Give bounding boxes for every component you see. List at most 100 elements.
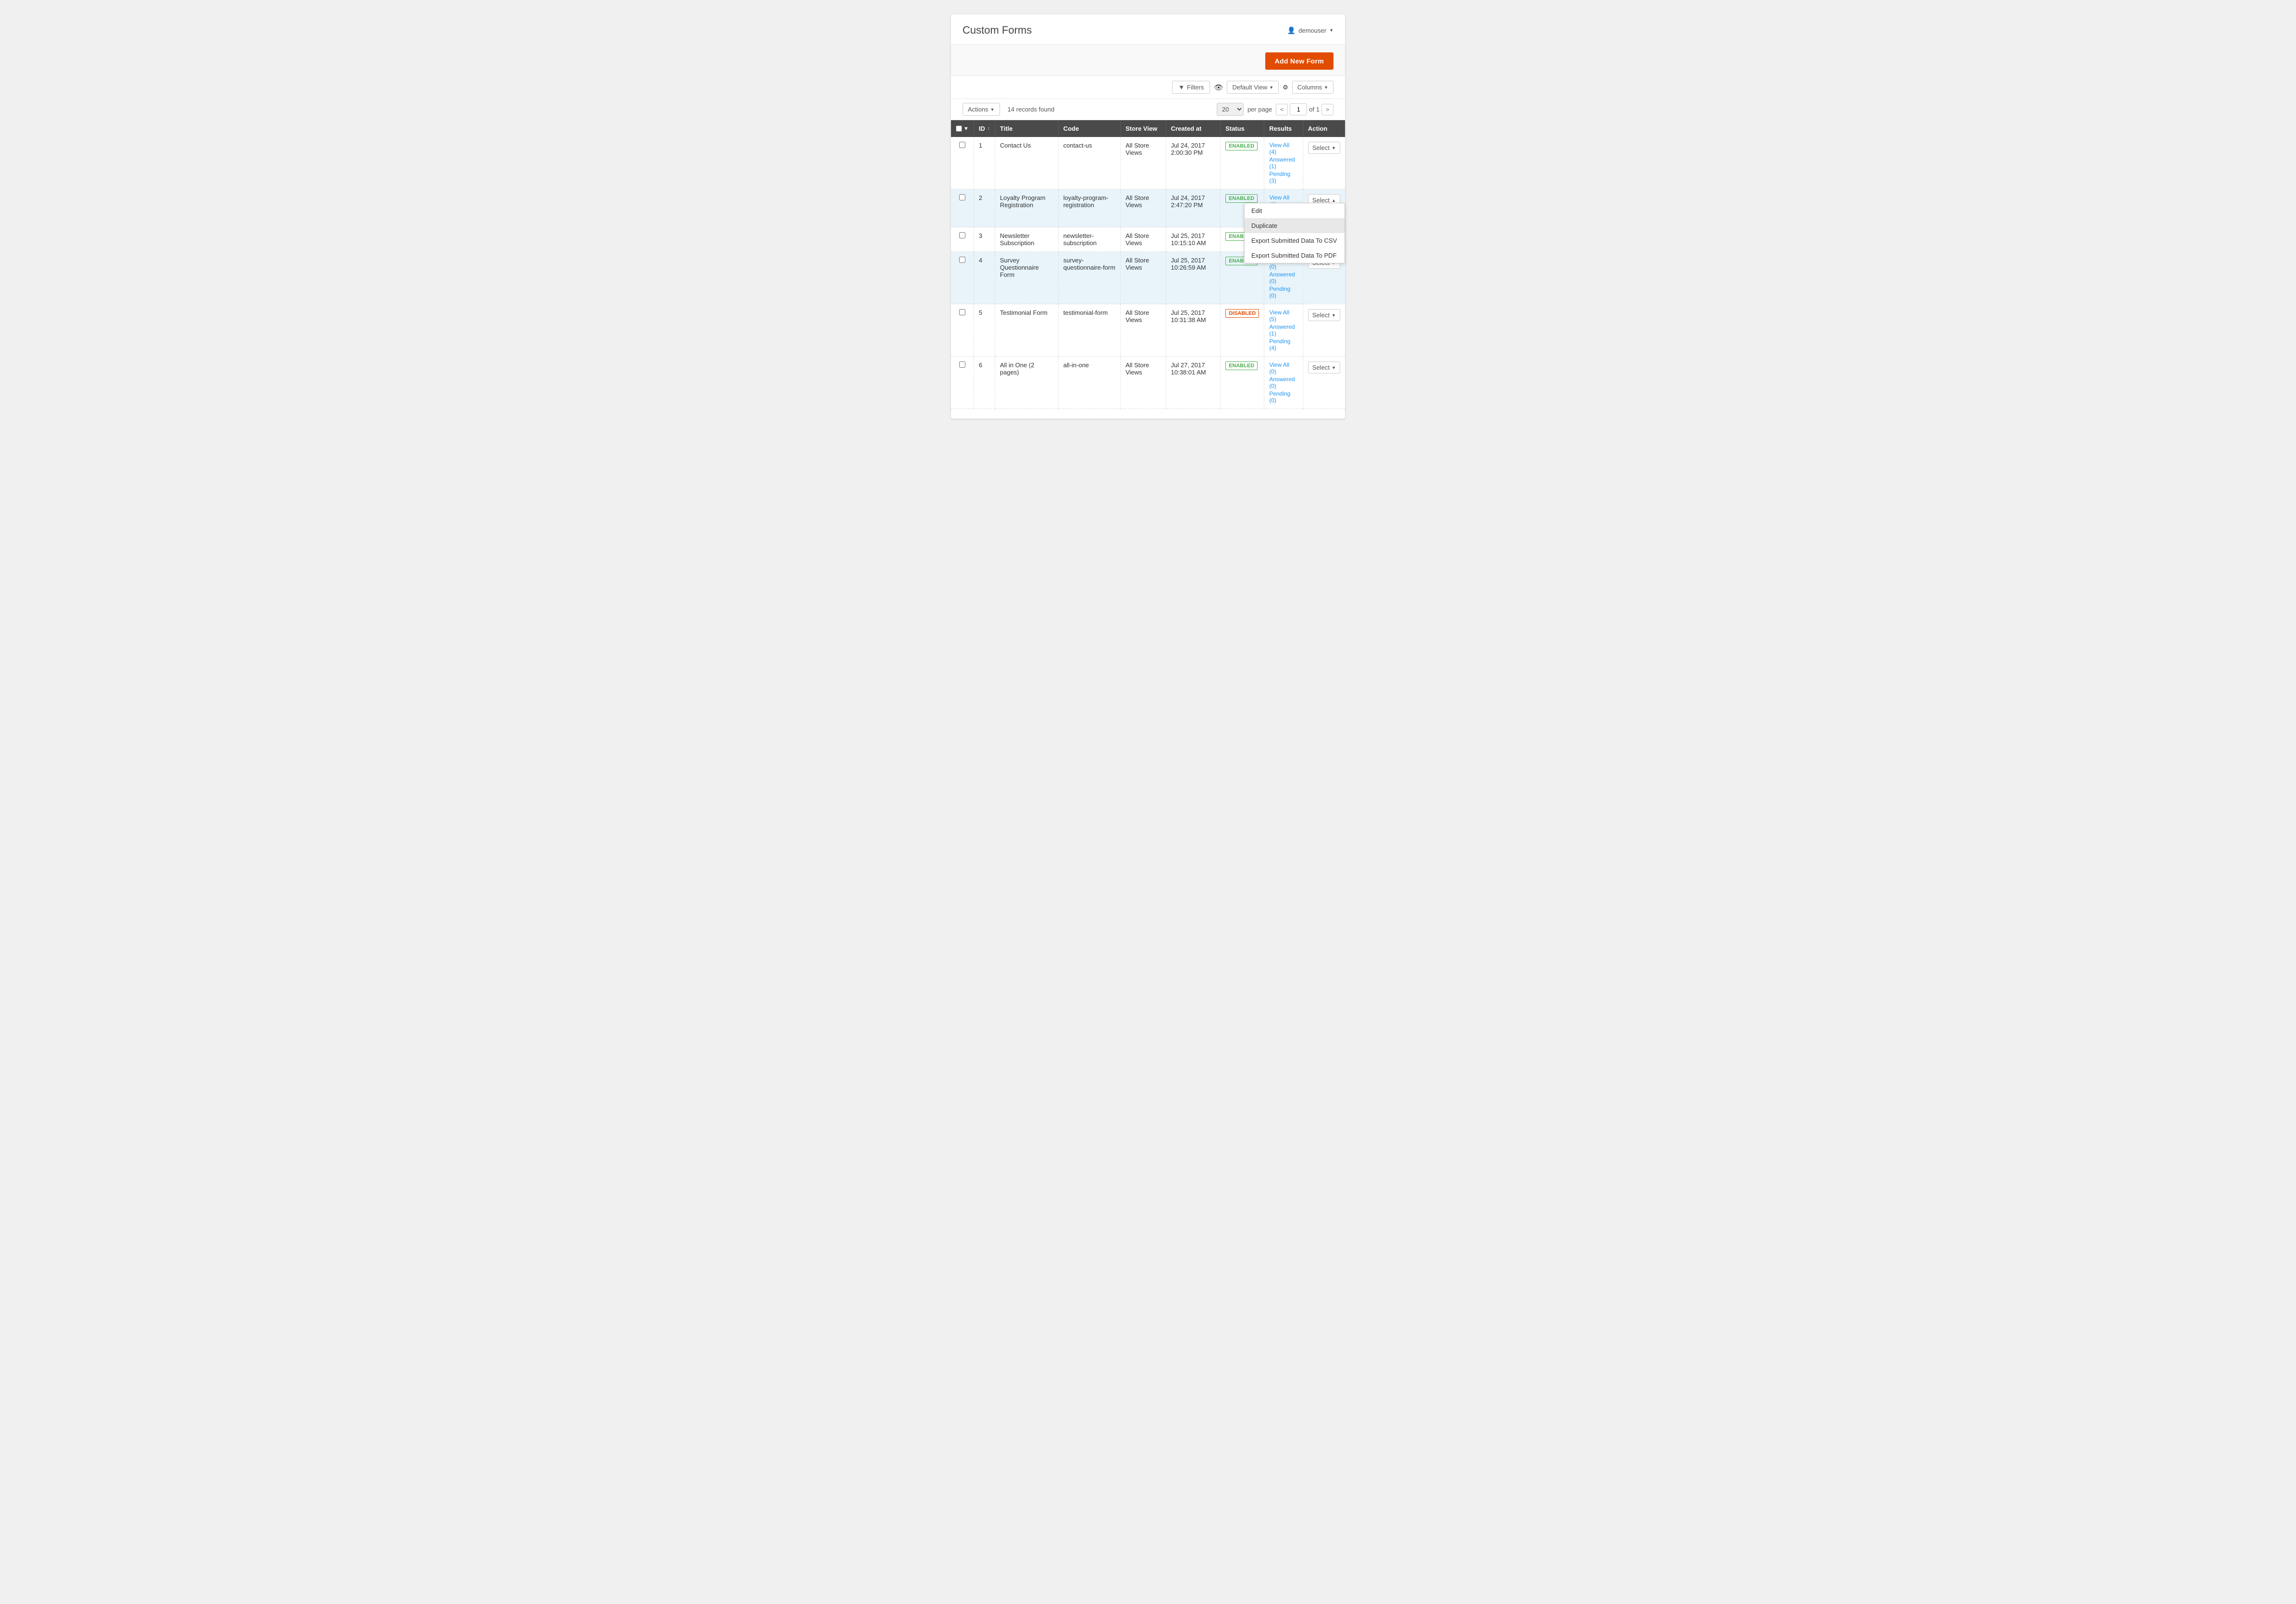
row-status-cell: ENABLED (1221, 137, 1264, 189)
row-checkbox[interactable] (959, 142, 965, 148)
result-link[interactable]: View All (4) (1269, 142, 1298, 155)
row-title: All in One (2 pages) (995, 357, 1058, 409)
action-dropdown-menu: EditDuplicateExport Submitted Data To CS… (1244, 203, 1345, 263)
result-link[interactable]: Pending (0) (1269, 390, 1298, 404)
select-chevron-icon: ▼ (1332, 365, 1336, 370)
actions-chevron-icon: ▼ (990, 107, 995, 112)
prev-page-button[interactable]: < (1276, 104, 1288, 115)
row-id: 2 (974, 189, 995, 227)
row-code: all-in-one (1058, 357, 1121, 409)
columns-label: Columns (1297, 84, 1322, 91)
table-row: 2Loyalty Program Registrationloyalty-pro… (951, 189, 1345, 227)
row-action-cell: Select▼ (1303, 137, 1345, 189)
result-link[interactable]: View All (0) (1269, 361, 1298, 375)
table-header-row: ▼ ID ↕ Title Code Store View (951, 120, 1345, 137)
row-title: Loyalty Program Registration (995, 189, 1058, 227)
result-link[interactable]: Answered (0) (1269, 271, 1298, 285)
columns-button[interactable]: Columns ▼ (1292, 81, 1333, 94)
actions-label: Actions (968, 106, 988, 113)
row-code: newsletter-subscription (1058, 227, 1121, 252)
row-id: 5 (974, 304, 995, 357)
result-link[interactable]: Answered (1) (1269, 156, 1298, 170)
actions-button[interactable]: Actions ▼ (963, 103, 1000, 116)
row-store-view: All Store Views (1121, 252, 1166, 304)
row-created-at: Jul 25, 2017 10:31:38 AM (1166, 304, 1220, 357)
user-icon: 👤 (1287, 26, 1296, 35)
status-badge: ENABLED (1225, 142, 1258, 150)
dropdown-menu-item[interactable]: Export Submitted Data To CSV (1245, 233, 1345, 248)
row-title: Newsletter Subscription (995, 227, 1058, 252)
row-code: contact-us (1058, 137, 1121, 189)
default-view-button[interactable]: Default View ▼ (1227, 81, 1279, 94)
row-checkbox[interactable] (959, 309, 965, 315)
row-action-cell: Select▼ (1303, 304, 1345, 357)
result-link[interactable]: View All (5) (1269, 309, 1298, 323)
row-checkbox[interactable] (959, 194, 965, 200)
status-badge: ENABLED (1225, 194, 1258, 203)
row-created-at: Jul 24, 2017 2:00:30 PM (1166, 137, 1220, 189)
th-checkbox: ▼ (951, 120, 974, 137)
page-container: Custom Forms 👤 demouser ▼ Add New Form ▼… (951, 14, 1345, 419)
select-all-checkbox[interactable] (956, 125, 962, 132)
result-link[interactable]: Pending (4) (1269, 338, 1298, 351)
user-name: demouser (1298, 27, 1326, 34)
user-menu[interactable]: 👤 demouser ▼ (1287, 26, 1333, 35)
result-link[interactable]: Answered (0) (1269, 376, 1298, 389)
result-link[interactable]: Pending (3) (1269, 171, 1298, 184)
row-checkbox-cell (951, 304, 974, 357)
row-store-view: All Store Views (1121, 227, 1166, 252)
pagination-section: 20 50 100 per page < of 1 > (1217, 103, 1333, 116)
th-title-label: Title (1000, 125, 1013, 132)
row-results: View All (4)Answered (1)Pending (3) (1264, 137, 1303, 189)
th-results-label: Results (1269, 125, 1292, 132)
per-page-label: per page (1247, 106, 1272, 113)
row-title: Testimonial Form (995, 304, 1058, 357)
row-code: loyalty-program-registration (1058, 189, 1121, 227)
row-checkbox-cell (951, 227, 974, 252)
dropdown-menu-item[interactable]: Duplicate (1245, 218, 1345, 233)
th-created-at-label: Created at (1171, 125, 1202, 132)
page-input[interactable] (1290, 103, 1307, 115)
row-created-at: Jul 27, 2017 10:38:01 AM (1166, 357, 1220, 409)
gear-icon: ⚙ (1283, 84, 1288, 91)
dropdown-menu-item[interactable]: Edit (1245, 203, 1345, 218)
row-store-view: All Store Views (1121, 137, 1166, 189)
row-checkbox[interactable] (959, 257, 965, 263)
dropdown-menu-item[interactable]: Export Submitted Data To PDF (1245, 248, 1345, 263)
row-id: 1 (974, 137, 995, 189)
select-button[interactable]: Select▼ (1308, 361, 1340, 373)
row-results: View All (0)Answered (0)Pending (0) (1264, 357, 1303, 409)
row-code: survey-questionnaire-form (1058, 252, 1121, 304)
result-link[interactable]: Answered (1) (1269, 323, 1298, 337)
row-store-view: All Store Views (1121, 357, 1166, 409)
select-button[interactable]: Select▼ (1308, 142, 1340, 154)
th-status: Status (1221, 120, 1264, 137)
select-chevron-icon: ▼ (1332, 146, 1336, 150)
filter-row: ▼ Filters 👁 Default View ▼ ⚙ Columns ▼ (951, 76, 1345, 99)
row-id: 4 (974, 252, 995, 304)
row-code: testimonial-form (1058, 304, 1121, 357)
select-button[interactable]: Select▼ (1308, 309, 1340, 321)
add-new-form-button[interactable]: Add New Form (1265, 52, 1333, 70)
row-id: 3 (974, 227, 995, 252)
result-link[interactable]: Pending (0) (1269, 286, 1298, 299)
eye-icon: 👁 (1214, 83, 1223, 92)
th-store-view: Store View (1121, 120, 1166, 137)
select-button-label: Select (1312, 311, 1330, 319)
th-store-view-label: Store View (1125, 125, 1157, 132)
table-row: 6All in One (2 pages)all-in-oneAll Store… (951, 357, 1345, 409)
row-checkbox[interactable] (959, 232, 965, 238)
filters-button[interactable]: ▼ Filters (1172, 81, 1210, 94)
columns-chevron-icon: ▼ (1324, 85, 1328, 90)
page-header: Custom Forms 👤 demouser ▼ (951, 14, 1345, 45)
th-title: Title (995, 120, 1058, 137)
th-action: Action (1303, 120, 1345, 137)
next-page-button[interactable]: > (1321, 104, 1333, 115)
row-checkbox[interactable] (959, 361, 965, 368)
th-code: Code (1058, 120, 1121, 137)
row-status-cell: ENABLED (1221, 357, 1264, 409)
of-pages: of 1 (1309, 106, 1320, 113)
status-badge: DISABLED (1225, 309, 1259, 318)
row-store-view: All Store Views (1121, 304, 1166, 357)
per-page-select[interactable]: 20 50 100 (1217, 103, 1244, 116)
